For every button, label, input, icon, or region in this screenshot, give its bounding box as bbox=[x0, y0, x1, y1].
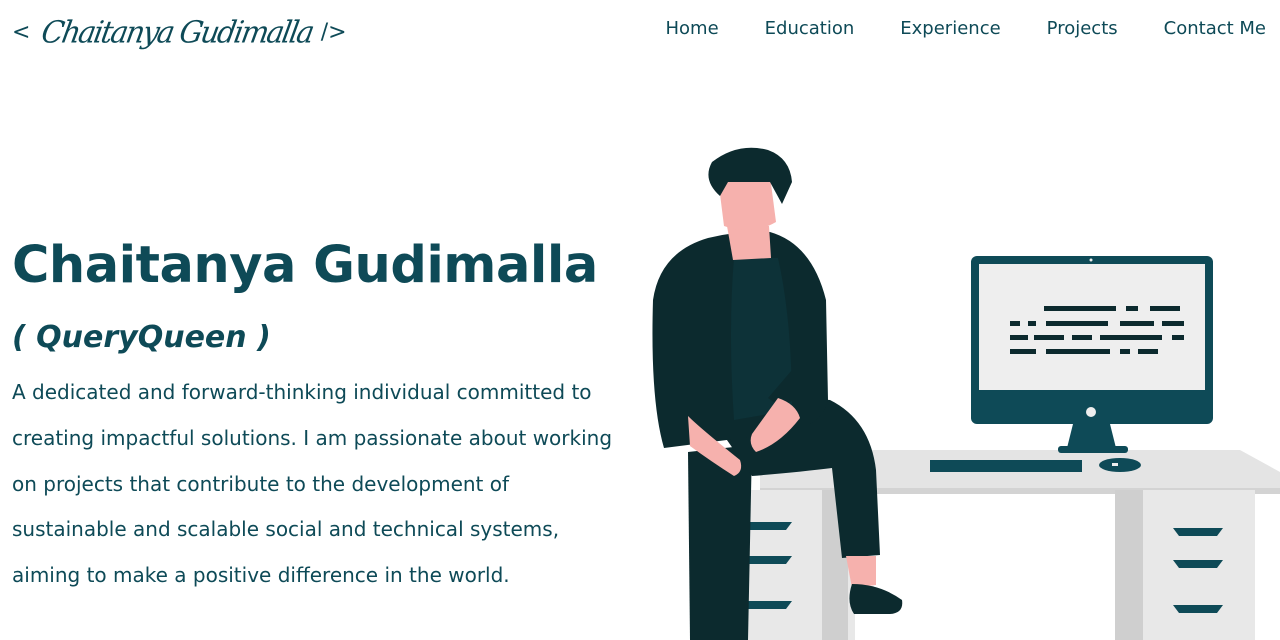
hero-bio: A dedicated and forward-thinking individ… bbox=[12, 380, 613, 588]
nav-link-contact[interactable]: Contact Me bbox=[1164, 18, 1266, 39]
navbar: < Chaitanya Gudimalla /> Home Education … bbox=[0, 0, 1280, 64]
nav-link-projects[interactable]: Projects bbox=[1047, 18, 1118, 39]
developer-at-desk-illustration bbox=[652, 147, 1280, 640]
logo-signature: Chaitanya Gudimalla bbox=[39, 14, 316, 50]
logo-close-bracket: /> bbox=[320, 19, 347, 45]
logo[interactable]: < Chaitanya Gudimalla /> bbox=[12, 8, 347, 56]
nav-link-experience[interactable]: Experience bbox=[900, 18, 1000, 39]
nav-menu: Home Education Experience Projects Conta… bbox=[666, 18, 1267, 39]
keyboard-icon bbox=[930, 460, 1082, 472]
nav-link-education[interactable]: Education bbox=[765, 18, 855, 39]
hero-nickname: ( QueryQueen ) bbox=[12, 320, 271, 355]
desk bbox=[720, 450, 1280, 640]
monitor-icon bbox=[971, 256, 1213, 453]
logo-open-bracket: < bbox=[12, 19, 31, 45]
hero-name: Chaitanya Gudimalla bbox=[12, 236, 598, 295]
mouse-icon bbox=[1099, 458, 1141, 472]
nav-link-home[interactable]: Home bbox=[666, 18, 719, 39]
